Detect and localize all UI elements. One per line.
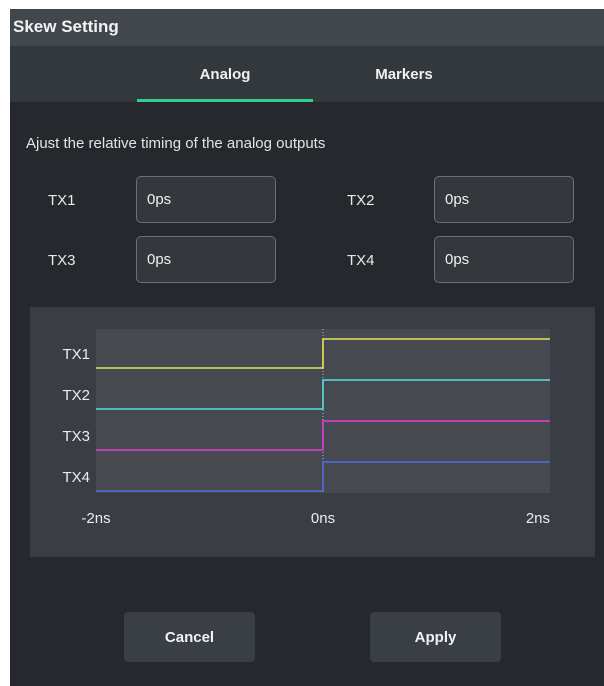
tab-markers-label: Markers: [375, 65, 433, 83]
tx4-skew-input[interactable]: [434, 236, 574, 283]
series-label-tx3: TX3: [62, 428, 90, 445]
cancel-button[interactable]: Cancel: [124, 612, 255, 662]
series-label-tx1: TX1: [62, 346, 90, 363]
tx3-label: TX3: [48, 252, 76, 269]
tab-analog-label: Analog: [199, 65, 251, 83]
series-label-tx4: TX4: [62, 469, 90, 486]
tx2-label: TX2: [347, 192, 375, 209]
tx1-label: TX1: [48, 192, 76, 209]
tab-markers[interactable]: Markers: [316, 46, 492, 102]
skew-timing-plot: TX1 TX2 TX3 TX4 -2ns 0ns 2ns: [30, 307, 595, 557]
x-tick-label: -2ns: [81, 510, 110, 527]
description-text: Ajust the relative timing of the analog …: [26, 135, 326, 152]
title-bar: Skew Setting: [10, 9, 604, 46]
tx2-skew-input[interactable]: [434, 176, 574, 223]
series-label-tx2: TX2: [62, 387, 90, 404]
skew-setting-dialog: Skew Setting Analog Markers Ajust the re…: [10, 9, 604, 686]
dialog-title: Skew Setting: [13, 17, 119, 36]
apply-button[interactable]: Apply: [370, 612, 501, 662]
skew-plot-svg: TX1 TX2 TX3 TX4 -2ns 0ns 2ns: [62, 329, 550, 527]
tab-bar: Analog Markers: [10, 46, 604, 102]
x-tick-label: 2ns: [526, 510, 550, 527]
tab-analog[interactable]: Analog: [137, 46, 313, 102]
tx3-skew-input[interactable]: [136, 236, 276, 283]
tx4-label: TX4: [347, 252, 375, 269]
x-tick-label: 0ns: [311, 510, 335, 527]
tx1-skew-input[interactable]: [136, 176, 276, 223]
